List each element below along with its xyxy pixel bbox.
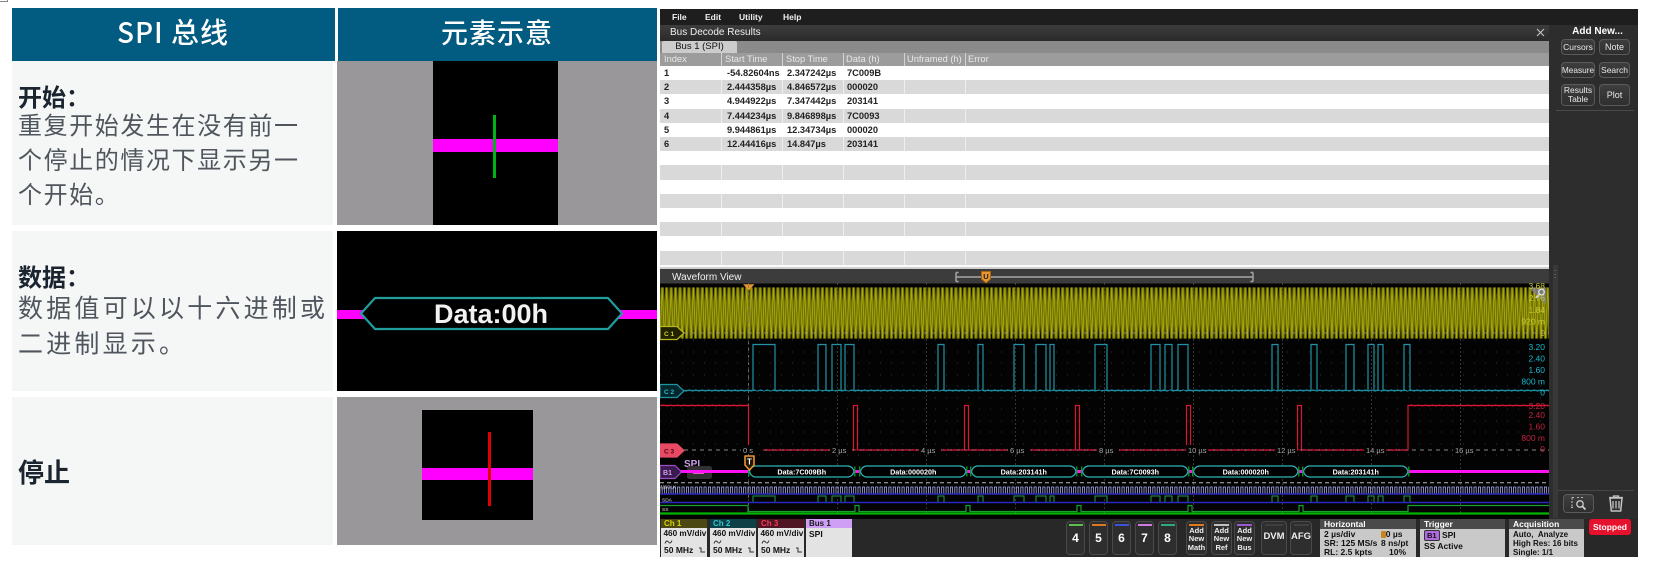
svg-text:14 µs: 14 µs	[1366, 446, 1385, 455]
svg-text:2.40: 2.40	[1528, 354, 1545, 364]
svg-text:2.76: 2.76	[1528, 293, 1545, 303]
svg-text:}|SCLK: }|SCLK	[661, 485, 677, 491]
svg-text:SS: SS	[662, 507, 668, 513]
svg-text:C 3: C 3	[664, 448, 675, 455]
svg-text:Data:000020h: Data:000020h	[1223, 467, 1269, 476]
svg-text:6 µs: 6 µs	[1010, 446, 1025, 455]
svg-text:3.20: 3.20	[1528, 342, 1545, 352]
svg-text:8 µs: 8 µs	[1099, 446, 1114, 455]
svg-text:4 µs: 4 µs	[921, 446, 936, 455]
svg-text:3.20: 3.20	[1528, 401, 1545, 411]
svg-text:C 2: C 2	[664, 389, 675, 396]
svg-text:T: T	[747, 458, 752, 467]
svg-text:1.60: 1.60	[1528, 422, 1545, 432]
svg-text:800 m: 800 m	[1521, 377, 1545, 387]
svg-text:1.60: 1.60	[1528, 365, 1545, 375]
svg-text:1.84: 1.84	[1528, 305, 1545, 315]
svg-text:0: 0	[1540, 388, 1545, 398]
svg-text:2 µs: 2 µs	[832, 446, 847, 455]
svg-text:0: 0	[1540, 444, 1545, 454]
svg-text:Data:000020h: Data:000020h	[890, 467, 936, 476]
svg-text:0 s: 0 s	[743, 446, 753, 455]
svg-text:B1: B1	[663, 470, 672, 477]
svg-text:0: 0	[1540, 328, 1545, 338]
svg-text:2.40: 2.40	[1528, 410, 1545, 420]
svg-text:U: U	[983, 272, 988, 281]
svg-text:10 µs: 10 µs	[1188, 446, 1207, 455]
svg-text:Data:203141h: Data:203141h	[1333, 467, 1379, 476]
svg-text:920 m: 920 m	[1521, 317, 1545, 327]
svg-text:SDA: SDA	[662, 498, 673, 504]
svg-text:800 m: 800 m	[1521, 433, 1545, 443]
svg-text:Data:7C009Bh: Data:7C009Bh	[777, 467, 826, 476]
svg-text:Data:7C0093h: Data:7C0093h	[1111, 467, 1159, 476]
svg-text:12 µs: 12 µs	[1277, 446, 1296, 455]
svg-text:16 µs: 16 µs	[1455, 446, 1474, 455]
svg-text:Waveform View: Waveform View	[672, 272, 742, 283]
svg-text:C 1: C 1	[664, 331, 675, 338]
svg-text:Data:203141h: Data:203141h	[1001, 467, 1047, 476]
svg-text:3.68: 3.68	[1528, 281, 1545, 291]
